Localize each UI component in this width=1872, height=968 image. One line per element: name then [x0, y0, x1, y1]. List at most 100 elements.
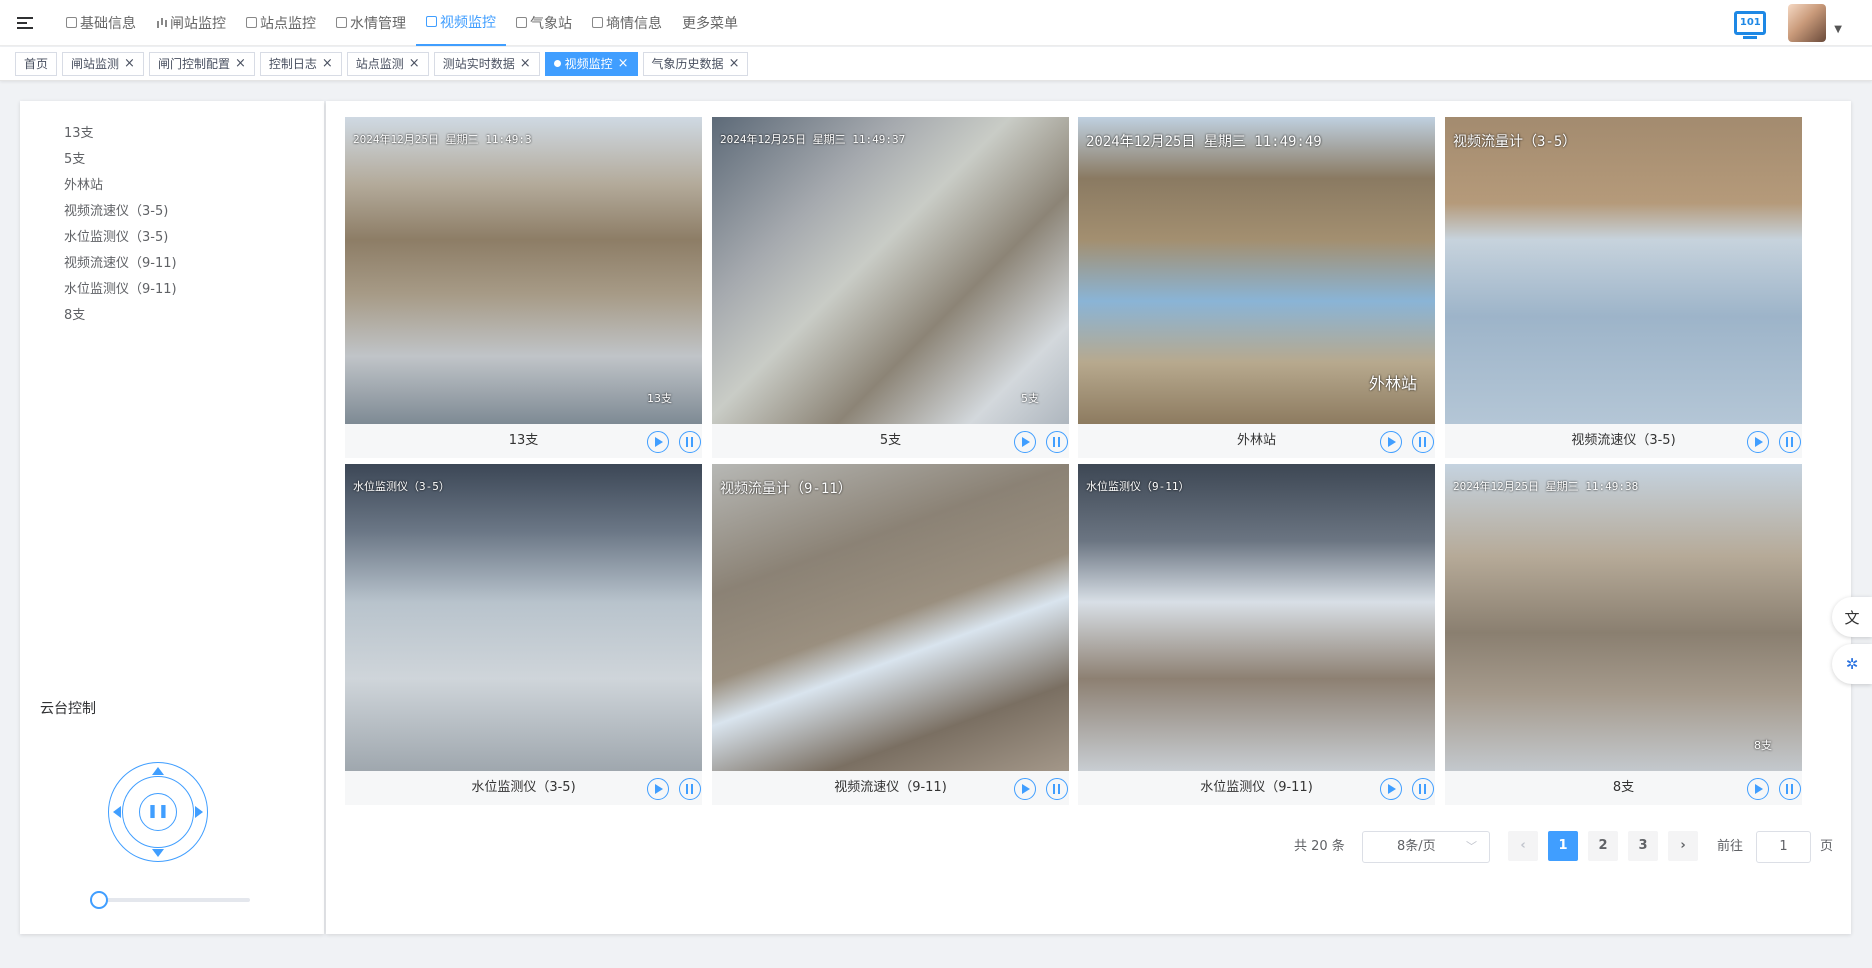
- video-corner-label: 5支: [1021, 392, 1039, 405]
- main-menu: 基础信息 闸站监控 站点监控 水情管理 视频监控 气象站 墒情信息 更多菜单: [56, 0, 748, 46]
- tree-item-level-3-5[interactable]: 水位监测仪（3-5): [64, 225, 177, 251]
- play-icon[interactable]: [647, 431, 669, 453]
- menu-item-video-monitor[interactable]: 视频监控: [416, 0, 506, 46]
- next-page-button[interactable]: ›: [1668, 831, 1698, 861]
- translate-icon[interactable]: 文: [1832, 597, 1872, 637]
- video-stream[interactable]: 水位监测仪（3-5）: [345, 464, 702, 771]
- arrow-left-icon[interactable]: [113, 806, 121, 818]
- doc-icon: [66, 17, 77, 28]
- close-icon[interactable]: ×: [124, 56, 135, 71]
- close-icon[interactable]: ×: [618, 56, 629, 71]
- play-icon[interactable]: [1380, 431, 1402, 453]
- play-icon[interactable]: [1014, 431, 1036, 453]
- arrow-right-icon[interactable]: [195, 806, 203, 818]
- close-icon[interactable]: ×: [520, 56, 531, 71]
- top-navbar: 基础信息 闸站监控 站点监控 水情管理 视频监控 气象站 墒情信息 更多菜单 1…: [0, 0, 1872, 46]
- tree-item-8[interactable]: 8支: [64, 303, 177, 329]
- play-icon[interactable]: [647, 778, 669, 800]
- menu-item-basic-info[interactable]: 基础信息: [56, 0, 146, 46]
- play-icon[interactable]: [1747, 431, 1769, 453]
- close-icon[interactable]: ×: [235, 56, 246, 71]
- tree-item-flow-3-5[interactable]: 视频流速仪（3-5): [64, 199, 177, 225]
- video-osd-text: 视频流量计（9-11）: [720, 481, 852, 497]
- video-osd-text: 2024年12月25日 星期三 11:49:37: [720, 133, 906, 146]
- tab-control-log[interactable]: 控制日志 ×: [259, 51, 342, 76]
- pause-icon[interactable]: [1046, 778, 1068, 800]
- video-stream[interactable]: 2024年12月25日 星期三 11:49:37 5支: [712, 117, 1069, 424]
- video-cell: 2024年12月25日 星期三 11:49:37 5支 5支: [712, 117, 1069, 458]
- video-caption: 视频流速仪（9-11): [712, 771, 1069, 805]
- pause-icon[interactable]: ❚❚: [139, 793, 177, 831]
- page-button-3[interactable]: 3: [1628, 831, 1658, 861]
- close-icon[interactable]: ×: [409, 56, 420, 71]
- video-stream[interactable]: 水位监测仪（9-11）: [1078, 464, 1435, 771]
- menu-item-soil-moisture[interactable]: 墒情信息: [582, 0, 672, 46]
- page-button-1[interactable]: 1: [1548, 831, 1578, 861]
- table-icon: [592, 17, 603, 28]
- tree-item-flow-9-11[interactable]: 视频流速仪（9-11): [64, 251, 177, 277]
- video-caption: 13支: [345, 424, 702, 458]
- grid-icon: [336, 17, 347, 28]
- video-panel: 2024年12月25日 星期三 11:49:3 13支 13支 2024年12月…: [326, 101, 1851, 934]
- pagination: 共 20 条 8条/页 ﹀ ‹ 1 2 3 › 前往 1 页: [326, 831, 1851, 863]
- page-button-2[interactable]: 2: [1588, 831, 1618, 861]
- play-icon[interactable]: [1014, 778, 1036, 800]
- pause-icon[interactable]: [1412, 778, 1434, 800]
- pause-icon[interactable]: [1779, 778, 1801, 800]
- video-caption: 水位监测仪（9-11): [1078, 771, 1435, 805]
- chevron-down-icon: ﹀: [1466, 840, 1477, 853]
- caret-down-icon[interactable]: ▼: [1834, 24, 1842, 35]
- tab-home[interactable]: 首页: [15, 51, 58, 76]
- tab-gate-monitoring[interactable]: 闸站监测 ×: [62, 51, 144, 76]
- close-icon[interactable]: ×: [729, 56, 740, 71]
- menu-toggle-icon[interactable]: [16, 13, 36, 33]
- tree-item-level-9-11[interactable]: 水位监测仪（9-11): [64, 277, 177, 303]
- menu-item-water-management[interactable]: 水情管理: [326, 0, 416, 46]
- video-cell: 视频流量计（3-5） 视频流速仪（3-5): [1445, 117, 1802, 458]
- video-stream[interactable]: 2024年12月25日 星期三 11:49:38 8支: [1445, 464, 1802, 771]
- slider-track: [90, 898, 250, 902]
- pause-icon[interactable]: [1046, 431, 1068, 453]
- prev-page-button[interactable]: ‹: [1508, 831, 1538, 861]
- video-osd-text: 水位监测仪（9-11）: [1086, 480, 1190, 493]
- page-size-select[interactable]: 8条/页 ﹀: [1362, 831, 1490, 863]
- video-stream[interactable]: 视频流量计（3-5）: [1445, 117, 1802, 424]
- play-icon[interactable]: [1380, 778, 1402, 800]
- tab-realtime-data[interactable]: 测站实时数据 ×: [433, 51, 540, 76]
- video-stream[interactable]: 2024年12月25日 星期三 11:49:3 13支: [345, 117, 702, 424]
- menu-item-gate-monitor[interactable]: 闸站监控: [146, 0, 236, 46]
- bar-chart-icon: [156, 17, 167, 28]
- assistant-icon[interactable]: ✲: [1832, 644, 1872, 684]
- big-screen-icon[interactable]: 101: [1734, 11, 1767, 39]
- pause-icon[interactable]: [1779, 431, 1801, 453]
- pause-icon[interactable]: [679, 431, 701, 453]
- menu-item-weather-station[interactable]: 气象站: [506, 0, 582, 46]
- avatar[interactable]: [1788, 4, 1827, 42]
- arrow-down-icon[interactable]: [152, 849, 164, 857]
- menu-item-station-monitor[interactable]: 站点监控: [236, 0, 326, 46]
- tab-video-monitor[interactable]: 视频监控 ×: [544, 51, 638, 76]
- pause-icon[interactable]: [1412, 431, 1434, 453]
- top-right-tools: 101 ▼: [1734, 0, 1872, 46]
- play-icon[interactable]: [1747, 778, 1769, 800]
- pause-icon[interactable]: [679, 778, 701, 800]
- video-osd-text: 水位监测仪（3-5）: [353, 480, 450, 493]
- tree-item-13[interactable]: 13支: [64, 121, 177, 147]
- arrow-up-icon[interactable]: [152, 767, 164, 775]
- video-stream[interactable]: 视频流量计（9-11）: [712, 464, 1069, 771]
- tab-weather-history[interactable]: 气象历史数据 ×: [642, 51, 749, 76]
- slider-handle[interactable]: [90, 891, 108, 909]
- tree-item-5[interactable]: 5支: [64, 147, 177, 173]
- doc-icon: [426, 16, 437, 27]
- tree-item-wailin[interactable]: 外林站: [64, 173, 177, 199]
- close-icon[interactable]: ×: [322, 56, 333, 71]
- menu-item-more[interactable]: 更多菜单: [672, 0, 748, 46]
- tab-station-monitoring[interactable]: 站点监测 ×: [346, 51, 429, 76]
- video-osd-text: 2024年12月25日 星期三 11:49:49: [1086, 134, 1322, 150]
- video-stream[interactable]: 2024年12月25日 星期三 11:49:49 外林站: [1078, 117, 1435, 424]
- goto-unit: 页: [1820, 839, 1834, 854]
- video-caption: 视频流速仪（3-5): [1445, 424, 1802, 458]
- tab-gate-control-config[interactable]: 闸门控制配置 ×: [148, 51, 255, 76]
- ptz-speed-slider[interactable]: [90, 890, 250, 910]
- goto-page-input[interactable]: 1: [1756, 831, 1811, 863]
